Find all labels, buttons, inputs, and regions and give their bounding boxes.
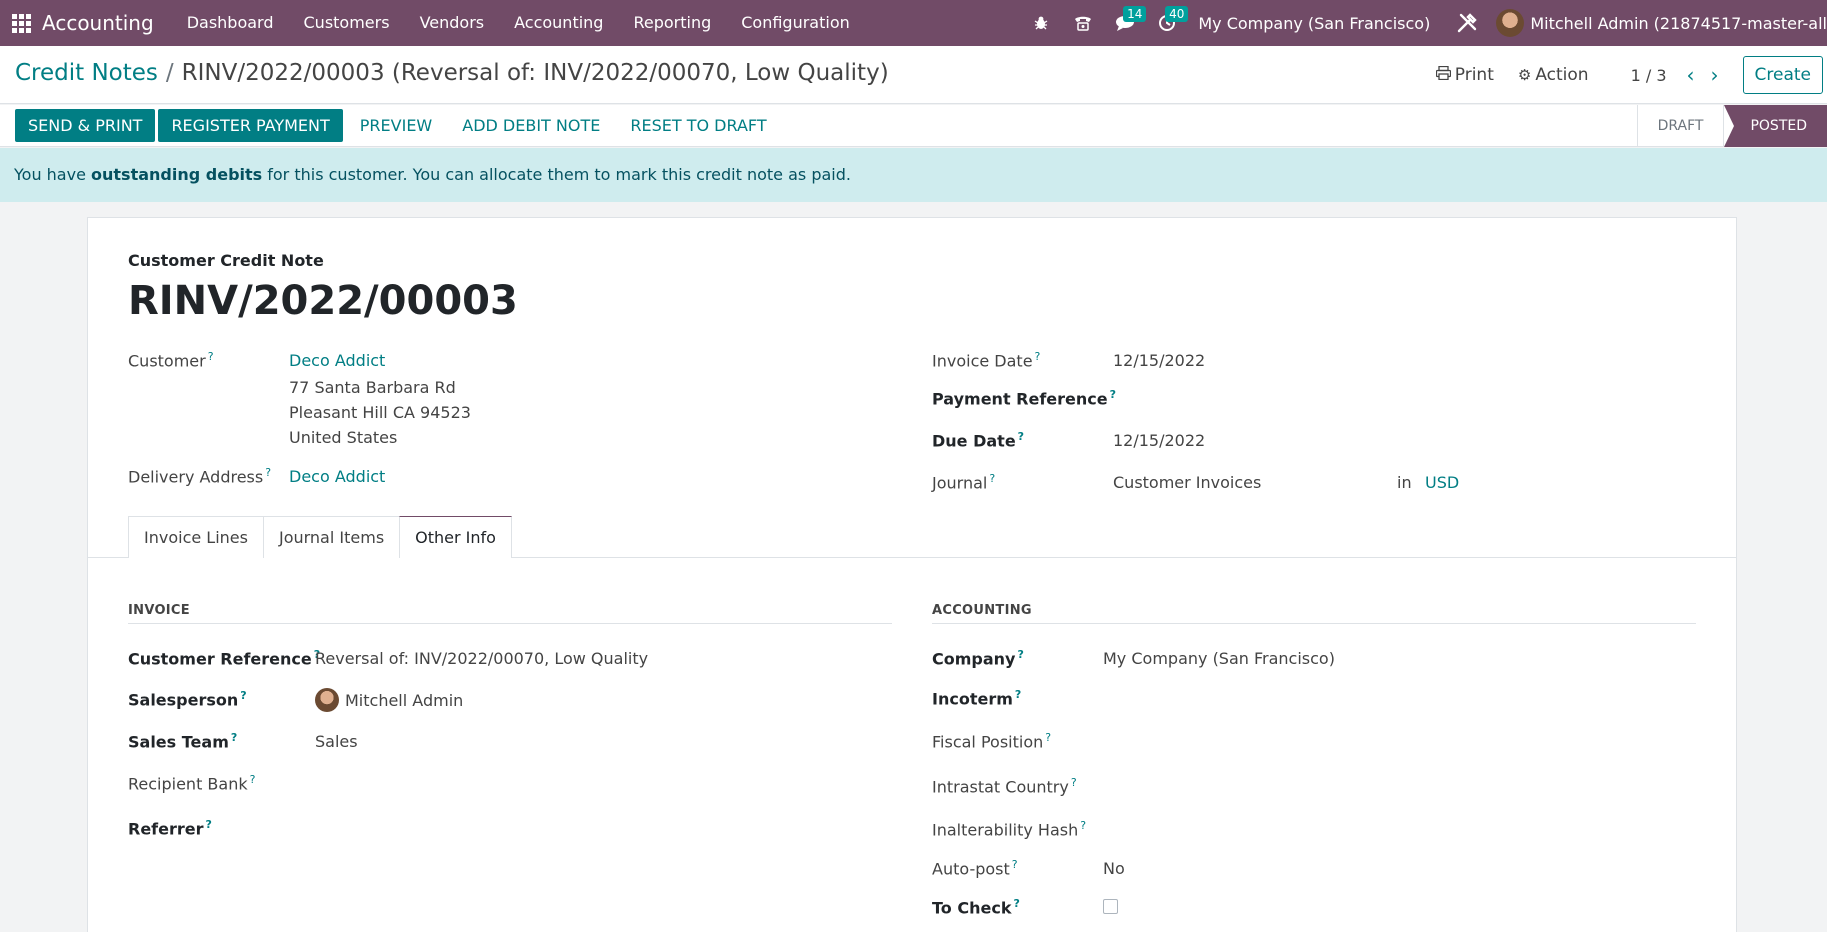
invoice-section-rule bbox=[128, 623, 892, 624]
incoterm-label: Incoterm? bbox=[932, 688, 1022, 709]
delivery-address-label: Delivery Address? bbox=[128, 466, 272, 487]
company-switcher[interactable]: My Company (San Francisco) bbox=[1188, 14, 1446, 33]
company-label: Company? bbox=[932, 648, 1024, 669]
salesperson-avatar bbox=[315, 688, 339, 712]
preview-button[interactable]: PREVIEW bbox=[345, 109, 447, 142]
menu-reporting[interactable]: Reporting bbox=[618, 0, 726, 46]
document-number: RINV/2022/00003 bbox=[128, 278, 518, 324]
action-button[interactable]: ⚙ Action bbox=[1506, 65, 1601, 85]
invoice-date-label: Invoice Date? bbox=[932, 350, 1041, 371]
recipient-bank-label: Recipient Bank? bbox=[128, 773, 256, 794]
company-value[interactable]: My Company (San Francisco) bbox=[1103, 649, 1335, 668]
customer-label: Customer? bbox=[128, 350, 214, 371]
print-icon bbox=[1435, 65, 1451, 84]
tab-journal-items[interactable]: Journal Items bbox=[262, 516, 401, 558]
journal-in-text: in bbox=[1397, 473, 1412, 492]
stage-posted[interactable]: POSTED bbox=[1723, 105, 1827, 147]
breadcrumb-separator: / bbox=[165, 60, 174, 86]
customer-link[interactable]: Deco Addict bbox=[289, 351, 385, 370]
invoice-date-value[interactable]: 12/15/2022 bbox=[1113, 351, 1205, 370]
top-navbar: Accounting Dashboard Customers Vendors A… bbox=[0, 0, 1827, 46]
auto-post-value[interactable]: No bbox=[1103, 859, 1125, 878]
salesperson-value[interactable]: Mitchell Admin bbox=[345, 691, 463, 710]
accounting-section-rule bbox=[932, 623, 1696, 624]
fiscal-position-label: Fiscal Position? bbox=[932, 731, 1052, 752]
address-line-country: United States bbox=[289, 428, 398, 447]
tab-invoice-lines[interactable]: Invoice Lines bbox=[128, 516, 264, 558]
status-stages: DRAFT POSTED bbox=[1636, 105, 1827, 147]
status-bar: SEND & PRINT REGISTER PAYMENT PREVIEW AD… bbox=[0, 105, 1827, 147]
create-button[interactable]: Create bbox=[1742, 56, 1823, 94]
breadcrumb: Credit Notes / RINV/2022/00003 (Reversal… bbox=[15, 60, 889, 86]
salesperson-label: Salesperson? bbox=[128, 689, 247, 710]
form-sheet: Customer Credit Note RINV/2022/00003 Cus… bbox=[87, 217, 1737, 932]
alert-prefix: You have bbox=[14, 165, 92, 184]
activities-badge: 40 bbox=[1165, 6, 1189, 22]
alert-outstanding-debits: outstanding debits bbox=[91, 165, 263, 184]
user-menu[interactable]: Mitchell Admin (21874517-master-all bbox=[1488, 9, 1827, 37]
notebook-tabs: Invoice Lines Journal Items Other Info bbox=[128, 516, 512, 558]
send-print-button[interactable]: SEND & PRINT bbox=[15, 109, 156, 142]
reset-to-draft-button[interactable]: RESET TO DRAFT bbox=[615, 109, 781, 142]
pager-value[interactable]: 1 / 3 bbox=[1631, 66, 1667, 85]
add-debit-note-button[interactable]: ADD DEBIT NOTE bbox=[447, 109, 615, 142]
stage-draft[interactable]: DRAFT bbox=[1636, 105, 1724, 147]
intrastat-country-label: Intrastat Country? bbox=[932, 776, 1077, 797]
phone-icon[interactable] bbox=[1062, 0, 1104, 46]
customer-reference-label: Customer Reference? bbox=[128, 648, 321, 669]
menu-dashboard[interactable]: Dashboard bbox=[172, 0, 289, 46]
control-panel: Credit Notes / RINV/2022/00003 (Reversal… bbox=[0, 46, 1827, 104]
to-check-checkbox[interactable] bbox=[1103, 899, 1118, 914]
due-date-label: Due Date? bbox=[932, 430, 1025, 451]
menu-configuration[interactable]: Configuration bbox=[726, 0, 865, 46]
journal-value[interactable]: Customer Invoices bbox=[1113, 473, 1261, 492]
invoice-section-title: INVOICE bbox=[128, 603, 190, 618]
register-payment-button[interactable]: REGISTER PAYMENT bbox=[158, 109, 343, 142]
sales-team-value[interactable]: Sales bbox=[315, 732, 358, 751]
inalterability-hash-label: Inalterability Hash? bbox=[932, 819, 1087, 840]
breadcrumb-current: RINV/2022/00003 (Reversal of: INV/2022/0… bbox=[181, 60, 889, 86]
payment-reference-label: Payment Reference? bbox=[932, 388, 1117, 409]
due-date-value[interactable]: 12/15/2022 bbox=[1113, 431, 1205, 450]
to-check-label: To Check? bbox=[932, 897, 1020, 918]
menu-customers[interactable]: Customers bbox=[289, 0, 405, 46]
pager-previous-icon[interactable]: ‹ bbox=[1679, 63, 1703, 87]
messages-badge: 14 bbox=[1123, 6, 1147, 22]
menu-vendors[interactable]: Vendors bbox=[405, 0, 500, 46]
print-label: Print bbox=[1454, 65, 1494, 85]
referrer-label: Referrer? bbox=[128, 818, 212, 839]
journal-label: Journal? bbox=[932, 472, 996, 493]
apps-menu-icon[interactable] bbox=[0, 0, 42, 46]
accounting-section-title: ACCOUNTING bbox=[932, 603, 1032, 618]
tools-icon[interactable] bbox=[1446, 0, 1488, 46]
tab-other-info[interactable]: Other Info bbox=[399, 516, 512, 558]
user-avatar bbox=[1496, 9, 1525, 37]
user-name: Mitchell Admin (21874517-master-all bbox=[1530, 13, 1827, 33]
address-line-city: Pleasant Hill CA 94523 bbox=[289, 403, 471, 422]
customer-address: 77 Santa Barbara Rd Pleasant Hill CA 945… bbox=[289, 375, 471, 450]
customer-reference-value[interactable]: Reversal of: INV/2022/00070, Low Quality bbox=[315, 649, 648, 668]
action-label: Action bbox=[1535, 65, 1589, 85]
outstanding-debits-alert: You have outstanding debits for this cus… bbox=[0, 148, 1827, 202]
auto-post-label: Auto-post? bbox=[932, 858, 1018, 879]
pager-next-icon[interactable]: › bbox=[1703, 63, 1727, 87]
address-line-street: 77 Santa Barbara Rd bbox=[289, 378, 456, 397]
menu-accounting[interactable]: Accounting bbox=[499, 0, 618, 46]
print-button[interactable]: Print bbox=[1424, 65, 1506, 85]
sales-team-label: Sales Team? bbox=[128, 731, 238, 752]
activities-clock-icon[interactable]: 40 bbox=[1146, 0, 1189, 46]
breadcrumb-credit-notes[interactable]: Credit Notes bbox=[15, 60, 158, 86]
debug-bug-icon[interactable] bbox=[1020, 0, 1062, 46]
messages-icon[interactable]: 14 bbox=[1104, 0, 1147, 46]
delivery-address-link[interactable]: Deco Addict bbox=[289, 467, 385, 486]
app-name[interactable]: Accounting bbox=[42, 11, 154, 35]
gear-icon: ⚙ bbox=[1517, 66, 1532, 84]
alert-suffix: for this customer. You can allocate them… bbox=[262, 165, 851, 184]
currency-link[interactable]: USD bbox=[1425, 473, 1459, 492]
document-type: Customer Credit Note bbox=[128, 251, 324, 270]
